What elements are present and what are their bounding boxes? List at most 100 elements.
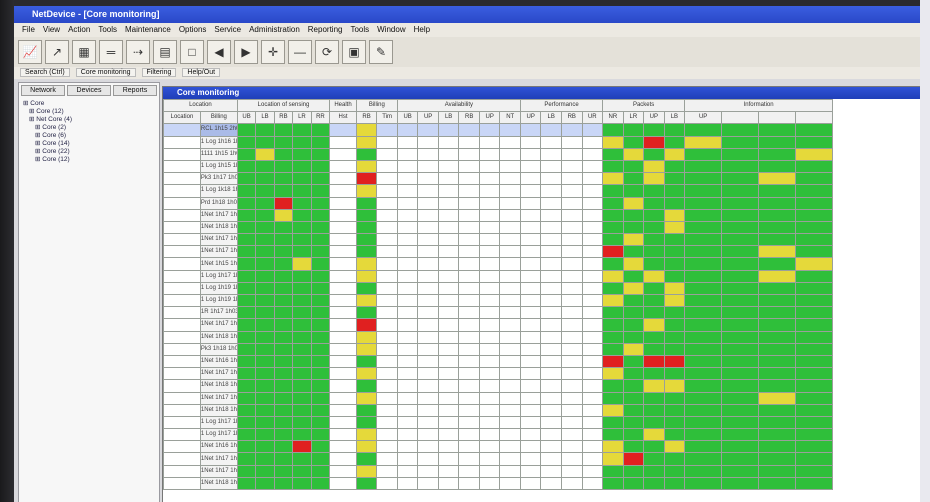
status-ok-cell[interactable] <box>292 354 312 369</box>
value-cell[interactable] <box>329 233 357 247</box>
value-cell[interactable] <box>581 135 604 149</box>
value-cell[interactable] <box>478 159 501 174</box>
status-ok-cell[interactable] <box>292 159 312 174</box>
value-cell[interactable] <box>437 354 460 369</box>
status-ok-cell[interactable] <box>758 233 796 247</box>
status-ok-cell[interactable] <box>236 318 257 332</box>
value-cell[interactable] <box>560 476 583 491</box>
status-ok-cell[interactable] <box>758 123 796 137</box>
status-ok-cell[interactable] <box>255 293 275 308</box>
value-cell[interactable] <box>376 391 398 405</box>
value-cell[interactable] <box>560 245 583 259</box>
value-cell[interactable] <box>499 233 521 247</box>
status-ok-cell[interactable] <box>794 342 834 356</box>
table-row[interactable]: 1Net 1h17 1h02 <box>163 452 834 466</box>
status-ok-cell[interactable] <box>292 306 312 320</box>
menu-item[interactable]: Tools <box>98 25 117 34</box>
value-cell[interactable] <box>560 391 583 405</box>
status-ok-cell[interactable] <box>663 464 686 478</box>
status-ok-cell[interactable] <box>684 476 723 491</box>
value-cell[interactable] <box>437 172 460 186</box>
status-ok-cell[interactable] <box>684 342 723 356</box>
value-cell[interactable] <box>329 379 357 393</box>
value-cell[interactable] <box>376 135 398 149</box>
value-cell[interactable] <box>478 257 501 271</box>
status-ok-cell[interactable] <box>721 269 759 283</box>
row-name[interactable]: Pk3 1h17 1h04 <box>199 172 238 186</box>
status-ok-cell[interactable] <box>236 391 257 405</box>
value-cell[interactable] <box>329 440 357 454</box>
value-cell[interactable] <box>478 403 501 417</box>
value-cell[interactable] <box>417 318 439 332</box>
status-ok-cell[interactable] <box>663 233 686 247</box>
tool-button[interactable]: ✎ <box>369 40 393 64</box>
status-ok-cell[interactable] <box>684 147 723 161</box>
status-ok-cell[interactable] <box>663 159 686 174</box>
nav-tab[interactable]: Help/Out <box>182 68 221 77</box>
status-warning-cell[interactable] <box>663 379 686 393</box>
status-ok-cell[interactable] <box>758 220 796 235</box>
status-ok-cell[interactable] <box>684 367 723 381</box>
value-cell[interactable] <box>163 233 201 247</box>
value-cell[interactable] <box>519 123 542 137</box>
value-cell[interactable] <box>396 293 419 308</box>
value-cell[interactable] <box>560 330 583 344</box>
status-ok-cell[interactable] <box>758 415 796 430</box>
value-cell[interactable] <box>417 354 439 369</box>
status-ok-cell[interactable] <box>758 135 796 149</box>
value-cell[interactable] <box>437 318 460 332</box>
table-row[interactable]: 1Net 1h17 1h03 <box>163 391 834 405</box>
status-ok-cell[interactable] <box>255 330 275 344</box>
value-cell[interactable] <box>376 464 398 478</box>
status-warning-cell[interactable] <box>794 147 834 161</box>
status-ok-cell[interactable] <box>255 342 275 356</box>
value-cell[interactable] <box>329 306 357 320</box>
status-ok-cell[interactable] <box>622 428 645 442</box>
status-ok-cell[interactable] <box>643 476 665 491</box>
status-ok-cell[interactable] <box>684 403 723 417</box>
row-name[interactable]: 1 Log 1h17 1h03 <box>199 415 238 430</box>
status-ok-cell[interactable] <box>602 464 624 478</box>
value-cell[interactable] <box>519 245 542 259</box>
status-warning-cell[interactable] <box>643 428 665 442</box>
status-ok-cell[interactable] <box>255 306 275 320</box>
value-cell[interactable] <box>560 318 583 332</box>
minus-button[interactable]: — <box>288 40 312 64</box>
value-cell[interactable] <box>540 476 562 491</box>
column-header[interactable]: RB <box>355 111 378 125</box>
value-cell[interactable] <box>458 391 480 405</box>
status-ok-cell[interactable] <box>794 476 834 491</box>
dash-button[interactable]: ═ <box>99 40 123 64</box>
value-cell[interactable] <box>329 464 357 478</box>
column-header[interactable]: LR <box>622 111 645 125</box>
value-cell[interactable] <box>540 172 562 186</box>
status-ok-cell[interactable] <box>794 233 834 247</box>
value-cell[interactable] <box>540 415 562 430</box>
column-header[interactable]: Tim <box>376 111 398 125</box>
status-ok-cell[interactable] <box>643 233 665 247</box>
value-cell[interactable] <box>376 269 398 283</box>
status-ok-cell[interactable] <box>721 281 759 296</box>
value-cell[interactable] <box>540 403 562 417</box>
value-cell[interactable] <box>478 233 501 247</box>
row-name[interactable]: 1 Log 1h17 1h03 <box>199 428 238 442</box>
value-cell[interactable] <box>478 428 501 442</box>
status-ok-cell[interactable] <box>236 464 257 478</box>
status-ok-cell[interactable] <box>236 403 257 417</box>
status-ok-cell[interactable] <box>721 391 759 405</box>
status-ok-cell[interactable] <box>643 257 665 271</box>
status-ok-cell[interactable] <box>721 342 759 356</box>
status-ok-cell[interactable] <box>602 476 624 491</box>
status-ok-cell[interactable] <box>721 159 759 174</box>
back-button[interactable]: ◀ <box>207 40 231 64</box>
status-ok-cell[interactable] <box>758 281 796 296</box>
status-warning-cell[interactable] <box>355 135 378 149</box>
value-cell[interactable] <box>163 196 201 210</box>
value-cell[interactable] <box>519 440 542 454</box>
value-cell[interactable] <box>417 367 439 381</box>
value-cell[interactable] <box>540 184 562 198</box>
table-row[interactable]: 1Net 1h18 1h02 <box>163 403 834 417</box>
row-name[interactable]: 1Net 1h15 1h04 <box>199 257 238 271</box>
table-row[interactable]: 1Net 1h18 1h03 <box>163 220 834 235</box>
value-cell[interactable] <box>519 293 542 308</box>
